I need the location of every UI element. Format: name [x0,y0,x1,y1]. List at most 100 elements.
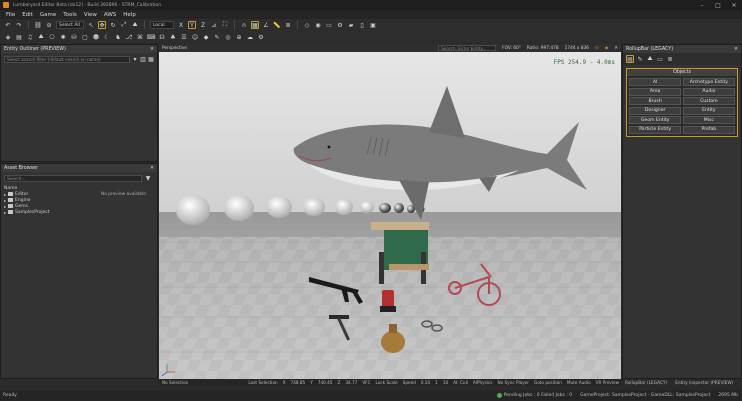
entity-search-input[interactable]: Select search filter (default search on … [4,55,130,63]
menu-aws[interactable]: AWS [104,12,116,18]
viewport-search-input[interactable]: Search, Enter Entity... [438,45,497,51]
menu-edit[interactable]: Edit [22,12,33,18]
geom-entity-button[interactable]: Geom Entity [629,116,682,124]
coord-x-value[interactable]: 748.85 [291,380,306,385]
vr-preview-toggle[interactable]: VR Preview [596,380,619,385]
magnet-icon[interactable]: ∩ [240,21,248,29]
filter-icon[interactable]: ▾ [132,55,138,63]
lua-editor-icon[interactable]: ☾ [103,33,111,41]
physics-icon[interactable]: ⚙ [336,21,344,29]
menu-help[interactable]: Help [123,12,136,18]
rollup-display-tab-icon[interactable]: ▭ [656,55,664,63]
viewport-close-icon[interactable]: ✕ [614,46,621,51]
selection-dropdown[interactable]: Select All [56,21,84,29]
axis-xy-icon[interactable]: ⊿ [210,21,218,29]
panel-close-icon[interactable]: ✕ [734,47,738,52]
mute-audio-toggle[interactable]: Mute Audio [567,380,591,385]
undo-icon[interactable]: ↶ [4,21,12,29]
menu-game[interactable]: Game [40,12,56,18]
tab-rollup-bar[interactable]: RollupBar (LEGACY) [625,381,667,386]
scale-icon[interactable]: ⤢ [120,21,128,29]
particle-editor-icon[interactable]: ✺ [59,33,67,41]
maximize-icon[interactable]: □ [710,0,726,10]
link-icon[interactable]: ⛓ [34,21,42,29]
headphones-icon[interactable]: ☊ [158,33,166,41]
camera-rec-icon[interactable]: ◎ [224,33,232,41]
terrain-snap-icon[interactable]: ⛶ [221,21,229,29]
ai-button[interactable]: AI [629,78,682,86]
terrain-editor-icon[interactable]: ⛰ [37,33,45,41]
panel-close-icon[interactable]: ✕ [150,166,154,171]
vfc-toggle[interactable]: VFC [362,380,370,385]
flowgraph-icon[interactable]: ⎔ [48,33,56,41]
pending-jobs[interactable]: Pending Jobs : 0 Failed Jobs : 0 [504,393,572,398]
display-icon[interactable]: ▭ [325,21,333,29]
tab-entity-inspector[interactable]: Entity Inspector (PREVIEW) [675,381,733,386]
prefab-button[interactable]: Prefab [682,125,735,134]
viewport-3d[interactable]: FPS 254.9 - 4.0ms [159,52,621,379]
custom-button[interactable]: Custom [682,97,735,105]
mannequin-icon[interactable]: ☻ [92,33,100,41]
move-icon[interactable]: ✥ [98,21,106,29]
axis-x-icon[interactable]: X [177,21,185,29]
select-icon[interactable]: ↖ [87,21,95,29]
menu-tools[interactable]: Tools [63,12,77,18]
snap-terrain-icon[interactable]: ⛰ [131,21,139,29]
panel-close-icon[interactable]: ✕ [150,47,154,52]
rollup-objects-tab-icon[interactable]: ▤ [626,55,634,63]
panel-grid-icon[interactable]: ▦ [148,55,154,63]
designer-button[interactable]: Designer [629,106,682,115]
speed-value[interactable]: 0.10 [421,380,430,385]
speed-10-button[interactable]: 10 [443,380,448,385]
goto-position-button[interactable]: Goto position [534,380,562,385]
panel-menu-icon[interactable]: ▥ [140,55,146,63]
tool-icon[interactable]: ✎ [213,33,221,41]
ui-editor-icon[interactable]: ▢ [81,33,89,41]
close-icon[interactable]: ✕ [726,0,742,10]
area-button[interactable]: Area [629,87,682,96]
menu-file[interactable]: File [6,12,15,18]
redo-icon[interactable]: ↷ [15,21,23,29]
layers-editor-icon[interactable]: ☰ [180,33,188,41]
subdivision-icon[interactable]: ◆ [202,33,210,41]
camera-icon[interactable]: ◉ [314,21,322,29]
settings-icon[interactable]: ⚙ [257,33,265,41]
asset-search-input[interactable]: Search... [4,174,142,182]
script-canvas-icon[interactable]: ⎇ [125,33,133,41]
coord-y-value[interactable]: 740.45 [318,380,333,385]
axis-y-icon[interactable]: Y [188,21,196,29]
speed-1-button[interactable]: 1 [435,380,438,385]
geppetto-icon[interactable]: ♞ [114,33,122,41]
particle-entity-button[interactable]: Particle Entity [629,125,682,134]
vegetation-icon[interactable]: ♣ [169,33,177,41]
ai-cull-toggle[interactable]: AI: Cull [453,380,468,385]
archetype-entity-button[interactable]: Archetype Entity [682,78,735,86]
minimize-icon[interactable]: – [694,0,710,10]
rotate-icon[interactable]: ↻ [109,21,117,29]
rollup-layers-tab-icon[interactable]: ≣ [666,55,674,63]
audio-editor-icon[interactable]: ♫ [26,33,34,41]
viewport-tab[interactable]: Perspective [162,46,187,51]
target-icon[interactable]: ⊕ [235,33,243,41]
save-icon[interactable]: ▣ [369,21,377,29]
asset-editor-icon[interactable]: ⌘ [136,33,144,41]
entity-button[interactable]: Entity [682,106,735,115]
angle-snap-icon[interactable]: ∠ [262,21,270,29]
tree-item-samplesproject[interactable]: ▸ SamplesProject [4,209,98,215]
audio-button[interactable]: Audio [682,87,735,96]
fov-readout[interactable]: FOV: 60° [502,46,521,51]
console-icon[interactable]: ⌨ [147,33,156,41]
filter-icon[interactable]: ▼ [144,174,152,182]
character-icon[interactable]: ☺ [191,33,199,41]
ai-physics-toggle[interactable]: AIPhysics [473,380,493,385]
terminal-icon[interactable]: ▯ [358,21,366,29]
lock-scale-toggle[interactable]: Lock Scale [376,380,398,385]
grid-icon[interactable]: ▦ [251,21,259,29]
viewport-record-icon[interactable]: ◉ [605,46,609,51]
ratio-readout[interactable]: Ratio: 997:478 [527,46,559,51]
coord-z-value[interactable]: 34.77 [345,380,357,385]
track-view-icon[interactable]: ▤ [15,33,23,41]
axis-z-icon[interactable]: Z [199,21,207,29]
brush-button[interactable]: Brush [629,97,682,105]
layers-icon[interactable]: ≣ [284,21,292,29]
